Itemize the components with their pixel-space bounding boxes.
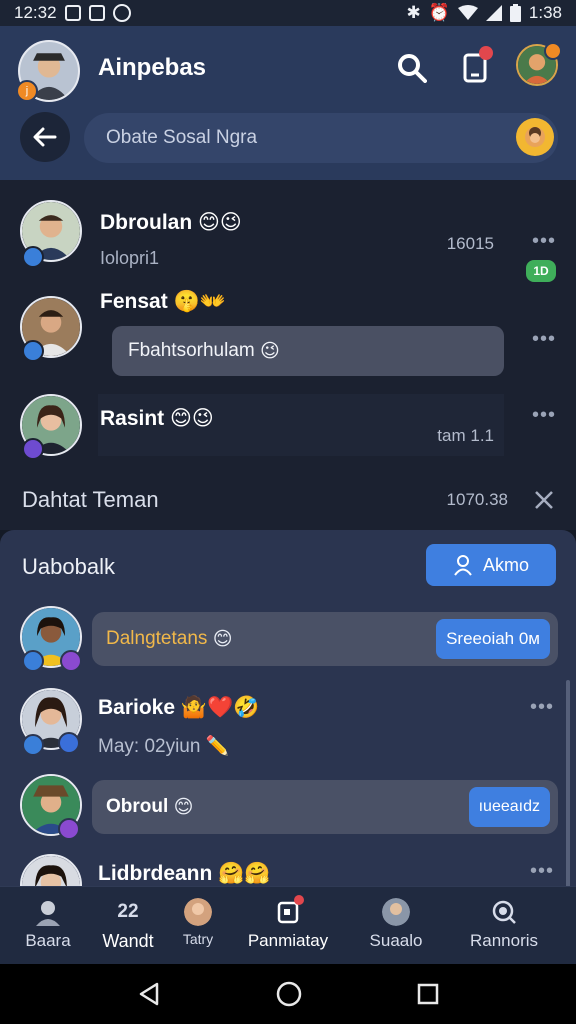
more-icon[interactable]: ••• (532, 328, 556, 351)
alert-dot (479, 46, 493, 60)
app-header: j Ainpebas Obate Sosal Ngra (0, 26, 576, 180)
alert-dot (294, 895, 304, 905)
section-header: Dahtat Teman 1070.38 (0, 472, 576, 528)
chat-row[interactable]: Fensat 🤫👐 1D Fbahtsorhulam 😉 ••• (0, 260, 576, 386)
scrollbar[interactable] (566, 680, 570, 890)
friend-bubble[interactable]: Obroul 😊 ıueeaıdz (92, 780, 558, 834)
nav-item-tatry[interactable]: Tatry (150, 897, 246, 947)
friend-name: Dalngtetans (106, 628, 208, 649)
add-friend-button[interactable]: Akmo (426, 544, 556, 586)
friend-row[interactable]: Dalngtetans 😊 Sreeoiah 0м (0, 606, 576, 672)
add-friend-label: Akmo (482, 554, 529, 575)
section-time: 1070.38 (446, 490, 508, 509)
friend-row[interactable]: Barioke 🤷❤️🤣 May: 02yiun ✏️ ••• (0, 688, 576, 757)
friend-emoji: 😊 (212, 628, 233, 650)
nav-label: Tatry (182, 931, 214, 947)
friend-name: Lidbrdeann 🤗🤗 (98, 862, 271, 885)
contact-name: Dbroulan 😊😉 (100, 211, 242, 234)
notification-icon (112, 4, 131, 22)
system-nav-bar (0, 964, 576, 1024)
friend-action-button[interactable]: Sreeoiah 0м (436, 619, 550, 659)
user-avatar-icon (36, 901, 60, 926)
nav-label: Rannoris (469, 931, 539, 950)
contact-icon (184, 898, 212, 926)
signal-icon (485, 5, 502, 21)
section-title: Dahtat Teman (22, 487, 159, 512)
online-badge (22, 438, 44, 460)
friend-status: May: 02yiun ✏️ (98, 736, 230, 757)
bluetooth-icon: ✱ (406, 3, 421, 22)
add-user-icon (454, 555, 472, 576)
status-time-left: 12:32 (14, 3, 57, 22)
message-bubble[interactable]: Fbahtsorhulam 😉 (112, 326, 504, 376)
status-badge (58, 732, 80, 754)
unread-chip: 1D (526, 260, 556, 282)
friend-name: Obroul (106, 796, 169, 817)
more-icon[interactable]: ••• (532, 230, 556, 253)
status-badge (58, 818, 80, 840)
status-time-right: 1:38 (528, 3, 562, 22)
contact-icon (382, 898, 410, 926)
search-circle-icon (492, 900, 516, 924)
message-time: tam 1.1 (437, 426, 494, 445)
friends-panel: Uabobalk Akmo Dalngtetans 😊 Sreeoiah 0м … (0, 530, 576, 890)
close-icon[interactable] (534, 490, 554, 510)
friend-emoji: 😊 (173, 796, 194, 818)
contact-name: Rasint 😊😉 (100, 407, 214, 430)
my-status-badge: j (16, 80, 38, 102)
friend-row[interactable]: Obroul 😊 ıueeaıdz (0, 774, 576, 840)
recents-square-icon[interactable] (417, 983, 439, 1005)
status-bar: 12:32 ✱ ⏰ 1:38 (0, 0, 576, 26)
chat-row[interactable]: Dbroulan 😊😉 Iolopri1 16015 ••• (0, 200, 576, 268)
search-icon (398, 54, 427, 83)
contact-name: Fensat 🤫👐 (100, 290, 226, 313)
alarm-icon: ⏰ (428, 3, 450, 22)
friend-bubble[interactable]: Dalngtetans 😊 Sreeoiah 0м (92, 612, 558, 666)
gallery-icon (88, 5, 105, 21)
emoji-face-icon (525, 127, 545, 147)
home-circle-icon[interactable] (275, 980, 303, 1008)
online-badge (22, 340, 44, 362)
nav-label: Panmiatay (247, 931, 329, 950)
profile-badge (544, 42, 562, 60)
app-title: Ainpebas (98, 54, 207, 81)
chat-row[interactable]: Rasint 😊😉 tam 1.1 ••• (0, 394, 576, 460)
search-input[interactable]: Obate Sosal Ngra (84, 113, 558, 163)
back-arrow-icon (33, 127, 57, 147)
search-row: Obate Sosal Ngra (20, 112, 560, 164)
battery-icon (509, 4, 521, 22)
wifi-icon (457, 5, 478, 20)
friend-name: Barioke 🤷❤️🤣 (98, 696, 260, 719)
online-badge (22, 246, 44, 268)
friend-avatar (20, 854, 82, 886)
online-badge (22, 734, 44, 756)
friend-action-button[interactable]: ıueeaıdz (468, 787, 550, 827)
nav-item-suaalo[interactable]: Suaalo (348, 897, 444, 951)
friend-row[interactable]: Lidbrdeann 🤗🤗 ••• (0, 854, 576, 886)
back-button[interactable] (20, 112, 70, 162)
emoji-button[interactable] (516, 118, 554, 156)
nav-item-rannoris[interactable]: Rannoris (456, 897, 552, 951)
online-badge (22, 650, 44, 672)
notifications-button[interactable] (455, 46, 495, 88)
back-triangle-icon[interactable] (137, 982, 161, 1006)
bottom-nav: Baara 22 Wandt Tatry Panmiatay Suaalo Ra… (0, 886, 576, 964)
photo-icon (64, 5, 81, 21)
status-badge (60, 650, 82, 672)
more-icon[interactable]: ••• (530, 696, 554, 719)
more-icon[interactable]: ••• (530, 860, 554, 883)
nav-item-panmiatay[interactable]: Panmiatay (240, 895, 336, 951)
last-message: Iolopri1 (100, 248, 160, 268)
search-button[interactable] (392, 48, 432, 88)
more-icon[interactable]: ••• (532, 404, 556, 427)
message-time: 16015 (446, 234, 494, 253)
nav-label: Suaalo (369, 931, 423, 950)
panel-title: Uabobalk (22, 554, 115, 579)
